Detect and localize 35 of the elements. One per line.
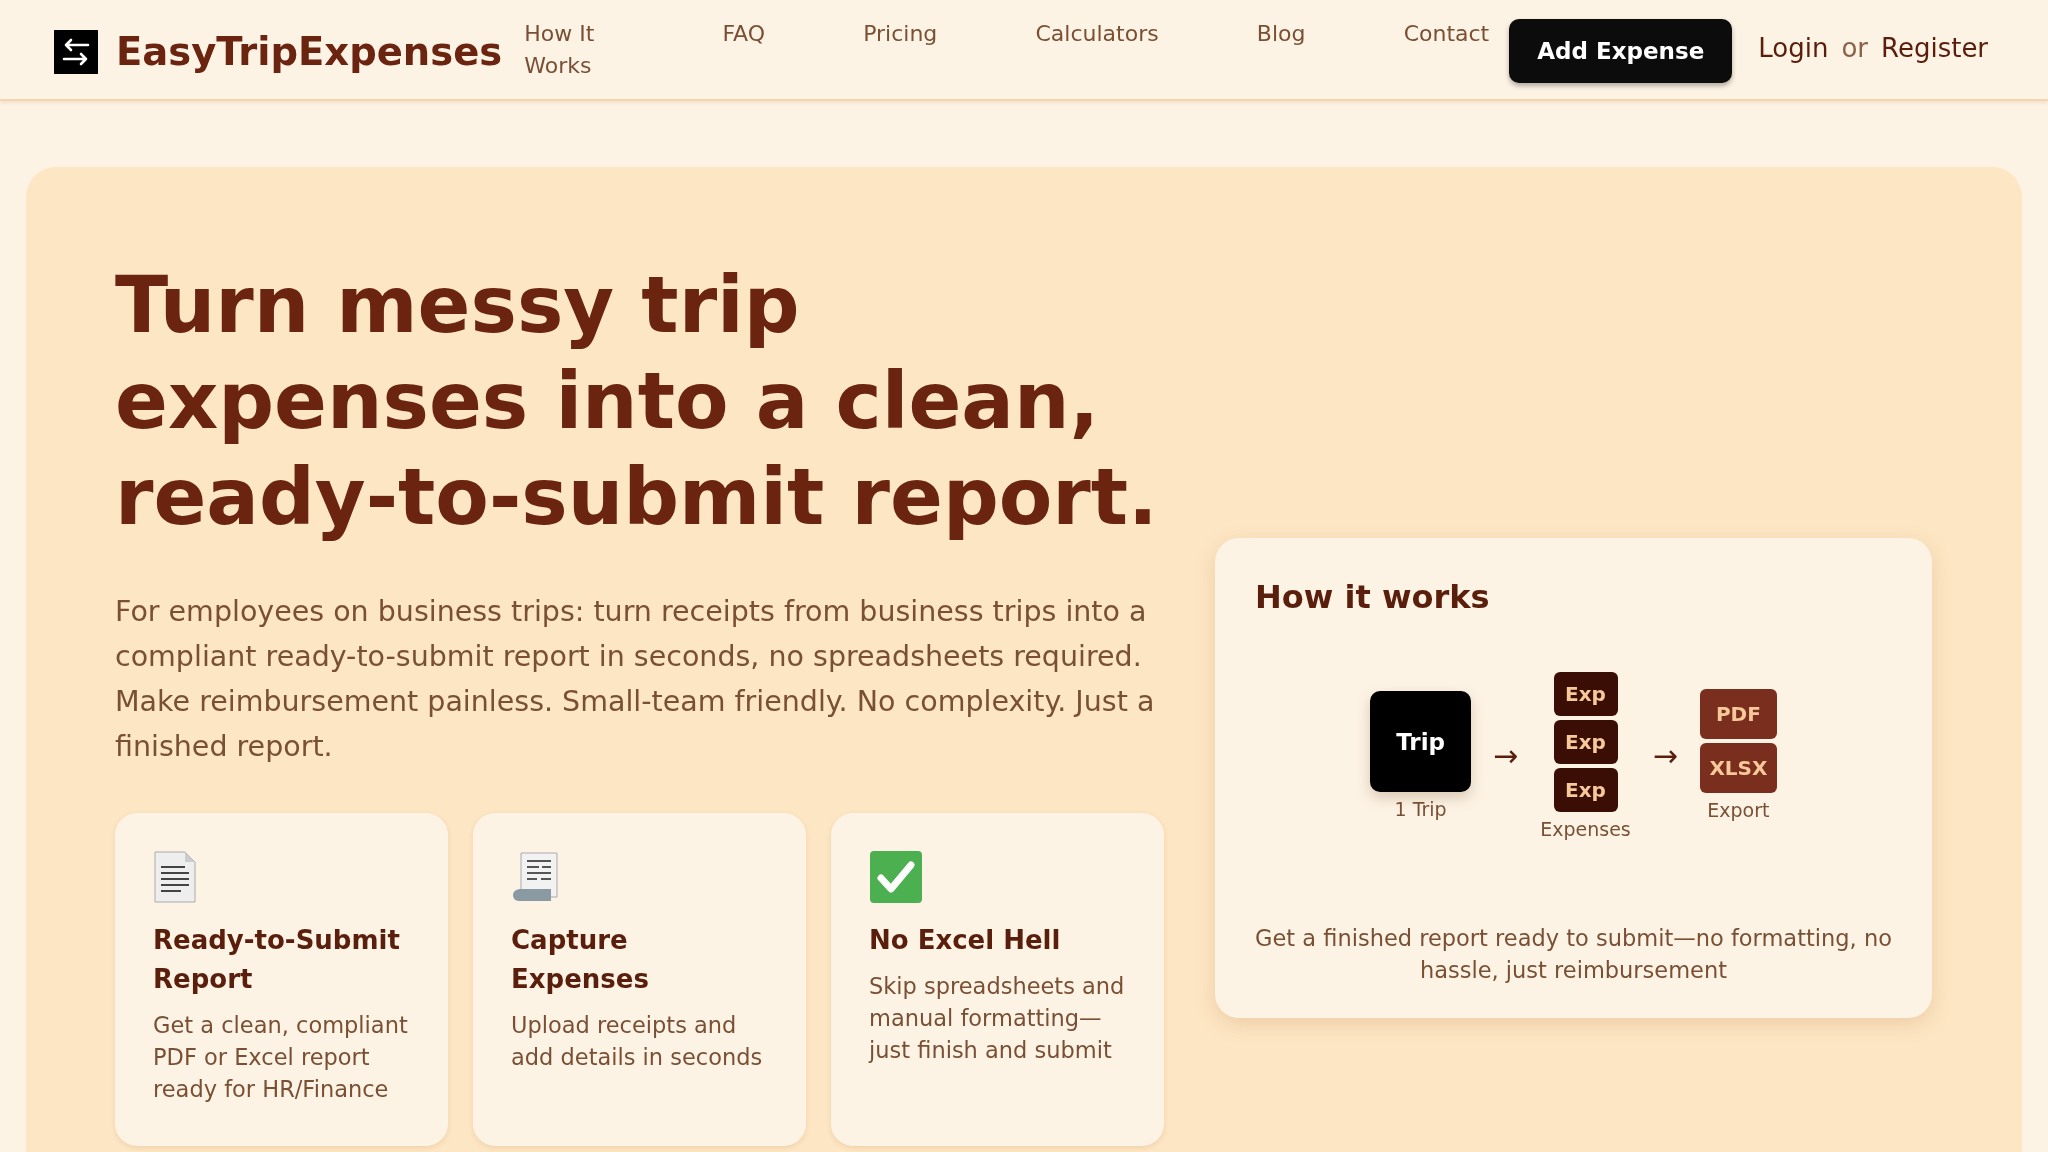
nav-link[interactable]: Contact	[1403, 18, 1490, 82]
how-it-works-summary: Get a finished report ready to submit—no formatting, no hassle, just reimbursement	[1255, 924, 1892, 985]
hero-headline: Turn messy trip expenses into a clean, ready-to-submit report.	[115, 259, 1159, 544]
arrow: →	[1652, 738, 1678, 773]
expense-tile: Exp	[1553, 672, 1618, 716]
hero-intro: For employees on business trips: turn receipts from business trips into a compliant ready-to-submit report in seconds, no spreadsheets required. Make reimbursement painless. Small-team friendly. No complexity. Just a finished report.	[115, 594, 1156, 765]
nav-link[interactable]: Pricing	[863, 18, 938, 82]
feature-title: Capture Expenses	[511, 924, 650, 996]
document-icon	[153, 849, 197, 905]
add-expense-button[interactable]: Add Expense	[1509, 19, 1733, 83]
arrow: →	[1493, 738, 1519, 773]
register-link[interactable]: Register	[1881, 33, 1989, 63]
nav-link[interactable]: Blog	[1256, 18, 1306, 82]
feature-title: No Excel Hell	[869, 924, 1062, 957]
format-tile: XLSX	[1699, 743, 1777, 793]
brand-name[interactable]: EasyTripExpenses	[116, 29, 503, 74]
step-caption: Expenses	[1540, 818, 1631, 840]
or-text: or	[1841, 33, 1868, 63]
nav-link[interactable]: FAQ	[722, 18, 765, 82]
swap-arrows-icon	[54, 29, 98, 74]
check-icon	[869, 849, 923, 905]
expense-tile: Exp	[1553, 768, 1618, 812]
format-tile: PDF	[1699, 689, 1777, 739]
trip-tile: Trip	[1370, 691, 1472, 792]
expense-tile: Exp	[1553, 720, 1618, 764]
how-it-works-title: How it works	[1255, 578, 1491, 616]
nav-link[interactable]: Calculators	[1035, 18, 1159, 82]
feature-text: Skip spreadsheets and manual formatting—just finish and submit	[869, 972, 1126, 1065]
feature-text: Get a clean, compliant PDF or Excel report ready for HR/Finance	[153, 1011, 409, 1104]
feature-title: Ready-to-Submit Report	[153, 924, 401, 996]
nav-link[interactable]: How It Works	[524, 18, 625, 82]
feature-text: Upload receipts and add details in seconds	[511, 1011, 764, 1072]
step-caption: Export	[1707, 799, 1770, 821]
step-caption: 1 Trip	[1394, 798, 1447, 820]
login-link[interactable]: Login	[1758, 33, 1829, 63]
